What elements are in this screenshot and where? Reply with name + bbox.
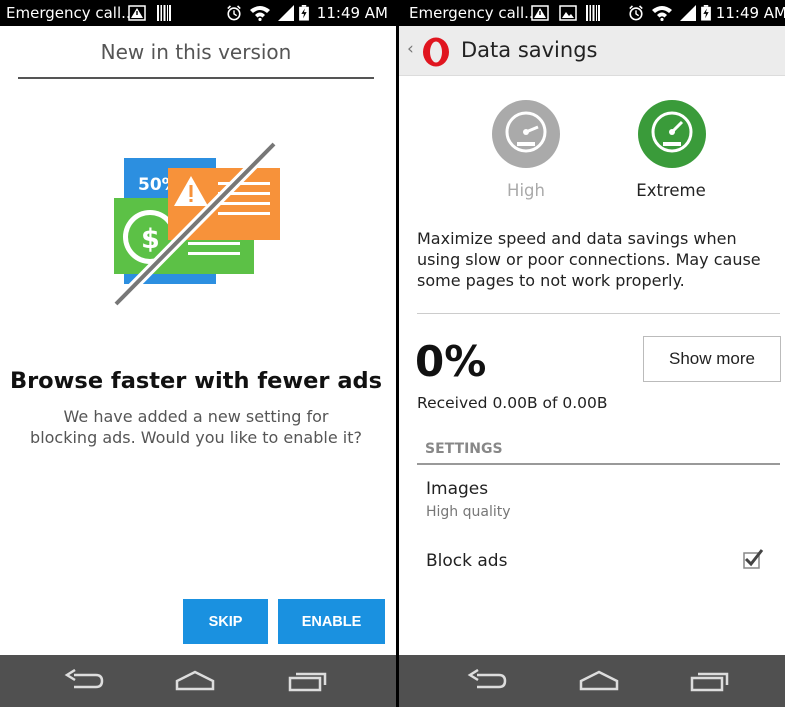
status-carrier: Emergency call... [6, 4, 136, 22]
signal-icon [680, 5, 696, 21]
data-savings-screen: Emergency call... 11:49 AM ‹ Data saving… [399, 0, 785, 707]
app-header: ‹ Data savings [399, 26, 785, 76]
battery-charging-icon [299, 5, 309, 21]
status-carrier: Emergency call... [409, 4, 539, 22]
dollar-sign: $ [141, 224, 160, 255]
wifi-icon [250, 6, 270, 21]
back-nav-icon[interactable] [64, 669, 106, 693]
feature-heading: Browse faster with fewer ads [9, 368, 383, 394]
warning-notification-icon [128, 5, 146, 21]
page-title: Data savings [461, 38, 598, 62]
high-mode-gauge-icon[interactable] [492, 100, 560, 168]
feature-description: We have added a new setting for blocking… [30, 407, 362, 447]
back-chevron-icon[interactable]: ‹ [407, 39, 414, 59]
extreme-mode-label[interactable]: Extreme [611, 181, 731, 200]
alarm-icon [629, 5, 643, 21]
mode-description: Maximize speed and data savings when usi… [417, 229, 761, 290]
status-time: 11:49 AM [316, 4, 388, 22]
recents-nav-icon[interactable] [689, 669, 731, 693]
status-time: 11:49 AM [715, 4, 785, 22]
status-bar: Emergency call... 11:49 AM [399, 0, 785, 26]
page-title: New in this version [100, 40, 292, 64]
navigation-bar [399, 655, 785, 707]
image-notification-icon [559, 5, 577, 21]
warning-notification-icon [531, 5, 549, 21]
barcode-notification-icon [586, 5, 600, 21]
whats-new-screen: Emergency call... 11:49 AM New in this v… [0, 0, 396, 707]
high-mode-label[interactable]: High [466, 181, 586, 200]
settings-divider [417, 463, 780, 465]
alarm-icon [227, 5, 241, 21]
navigation-bar [0, 655, 396, 707]
recents-nav-icon[interactable] [287, 669, 329, 693]
home-nav-icon[interactable] [173, 669, 217, 693]
savings-percent: 0% [415, 337, 487, 386]
extreme-mode-gauge-icon[interactable] [638, 100, 706, 168]
enable-button[interactable]: ENABLE [278, 599, 385, 644]
home-nav-icon[interactable] [577, 669, 621, 693]
barcode-notification-icon [157, 5, 171, 21]
show-more-button[interactable]: Show more [643, 336, 781, 382]
opera-logo[interactable] [420, 36, 452, 68]
settings-section-header: SETTINGS [425, 441, 503, 457]
images-setting-value: High quality [426, 504, 511, 520]
battery-charging-icon [701, 5, 711, 21]
section-divider [417, 313, 780, 314]
ad-blocking-illustration: 50% $ [112, 140, 280, 306]
block-ads-setting-label[interactable]: Block ads [426, 551, 507, 571]
signal-icon [278, 5, 294, 21]
received-stats: Received 0.00B of 0.00B [417, 394, 608, 412]
images-setting-label[interactable]: Images [426, 479, 488, 499]
status-bar: Emergency call... 11:49 AM [0, 0, 396, 26]
skip-button[interactable]: SKIP [183, 599, 268, 644]
wifi-icon [652, 6, 672, 21]
block-ads-checkbox[interactable] [742, 548, 764, 570]
title-divider [18, 77, 374, 79]
back-nav-icon[interactable] [467, 669, 509, 693]
